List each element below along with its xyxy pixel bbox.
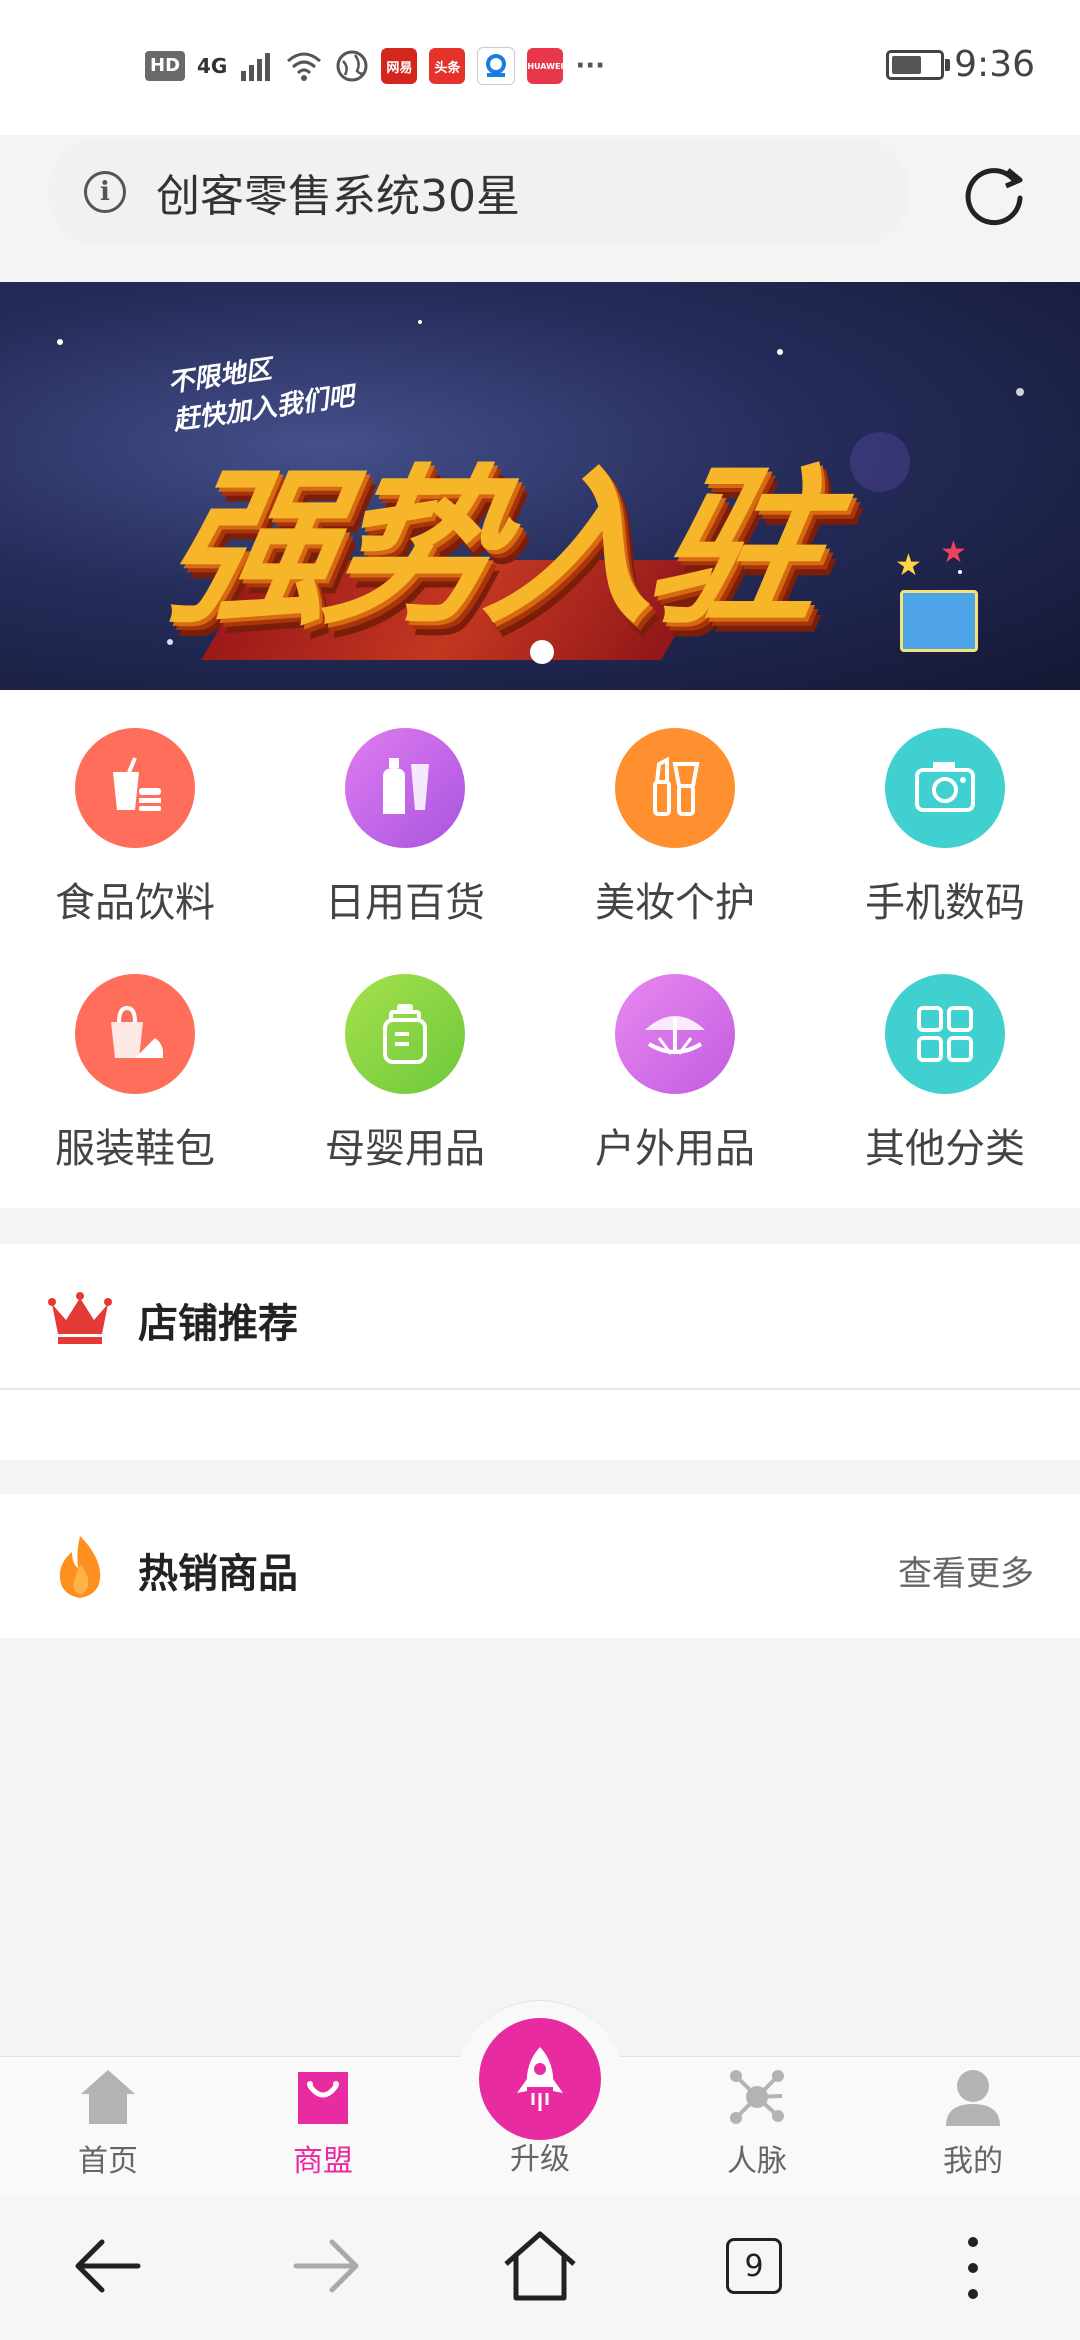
clock: 9:36 [954,44,1035,85]
banner-headline: 强势入驻 [149,450,833,648]
star-icon: ★ [940,535,967,570]
category-digital[interactable]: 手机数码 [810,728,1080,928]
status-icons-left: HD 4G 网易 头条 HUAWEI ··· [145,46,605,86]
category-label: 户外用品 [595,1126,755,1172]
category-label: 手机数码 [865,880,1025,926]
app-icon-toutiao: 头条 [429,48,466,84]
category-other[interactable]: 其他分类 [810,974,1080,1174]
tab-label: 人脉 [727,2144,787,2179]
section-title-hot-products: 热销商品 [138,1551,298,1597]
tab-label: 商盟 [293,2144,353,2179]
crown-icon [48,1292,112,1344]
category-apparel[interactable]: 服装鞋包 [0,974,270,1174]
category-baby[interactable]: 母婴用品 [270,974,540,1174]
baby-bottle-icon [345,974,465,1094]
globe-icon [336,50,368,82]
battery-icon [886,49,951,80]
home-nav-icon[interactable] [500,2228,580,2304]
category-label: 其他分类 [865,1126,1025,1172]
shopping-bag-icon [298,2072,348,2124]
camera-icon [885,728,1005,848]
food-drink-icon [75,728,195,848]
home-icon [81,2070,135,2124]
hd-badge: HD [145,51,186,81]
tab-label: 我的 [943,2144,1003,2179]
category-daily-goods[interactable]: 日用百货 [270,728,540,928]
status-icons-right: 9:36 [886,44,1035,85]
section-title-shop-recommend: 店铺推荐 [138,1301,298,1347]
upgrade-button[interactable] [479,2018,601,2140]
app-icon-huawei: HUAWEI [527,48,563,84]
user-icon [946,2070,1000,2126]
refresh-icon[interactable] [958,158,1030,230]
address-bar[interactable]: i 创客零售系统30星 [48,138,910,246]
shop-recommend-body [0,1390,1080,1460]
tab-upgrade[interactable]: 升级 [470,2130,610,2178]
category-label: 食品饮料 [55,880,215,926]
tab-shop-alliance[interactable]: 商盟 [253,2066,393,2180]
category-outdoor[interactable]: 户外用品 [540,974,810,1174]
bag-shoe-icon [75,974,195,1094]
tab-label: 升级 [510,2142,570,2177]
tab-label: 首页 [78,2144,138,2179]
app-icon-netease: 网易 [381,48,418,84]
cosmetics-icon [615,728,735,848]
battery-level [892,55,921,74]
category-label: 日用百货 [325,880,485,926]
tab-home[interactable]: 首页 [38,2066,178,2180]
forward-arrow-icon[interactable] [290,2234,362,2298]
signal-icon [241,53,271,81]
rocket-icon [517,2047,563,2111]
info-icon[interactable]: i [84,171,126,213]
category-label: 母婴用品 [325,1126,485,1172]
lotion-bottle-icon [345,728,465,848]
flame-icon [59,1536,101,1598]
category-food-drink[interactable]: 食品饮料 [0,728,270,928]
app-icon-search [477,47,516,85]
more-notifications: ··· [575,51,605,81]
view-more-link[interactable]: 查看更多 [898,1546,1034,1595]
network-icon [730,2070,784,2124]
tabs-count-button[interactable]: 9 [726,2238,782,2294]
category-label: 服装鞋包 [55,1126,215,1172]
back-arrow-icon[interactable] [72,2234,144,2298]
wifi-icon [287,52,322,81]
category-cosmetics[interactable]: 美妆个护 [540,728,810,928]
grid-icon [885,974,1005,1094]
gift-box-icon [900,590,978,652]
category-label: 美妆个护 [595,880,755,926]
carousel-indicator[interactable] [530,640,554,664]
tab-network[interactable]: 人脉 [687,2066,827,2180]
category-grid: 食品饮料 日用百货 美妆个护 手机数码 服装鞋包 母婴用品 户外用品 其他分类 [0,690,1080,1208]
tab-mine[interactable]: 我的 [903,2066,1043,2180]
star-icon: ★ [895,548,922,583]
more-menu-icon[interactable] [958,2232,988,2304]
network-type: 4G [197,54,228,78]
address-text[interactable]: 创客零售系统30星 [156,160,520,224]
umbrella-icon [615,974,735,1094]
